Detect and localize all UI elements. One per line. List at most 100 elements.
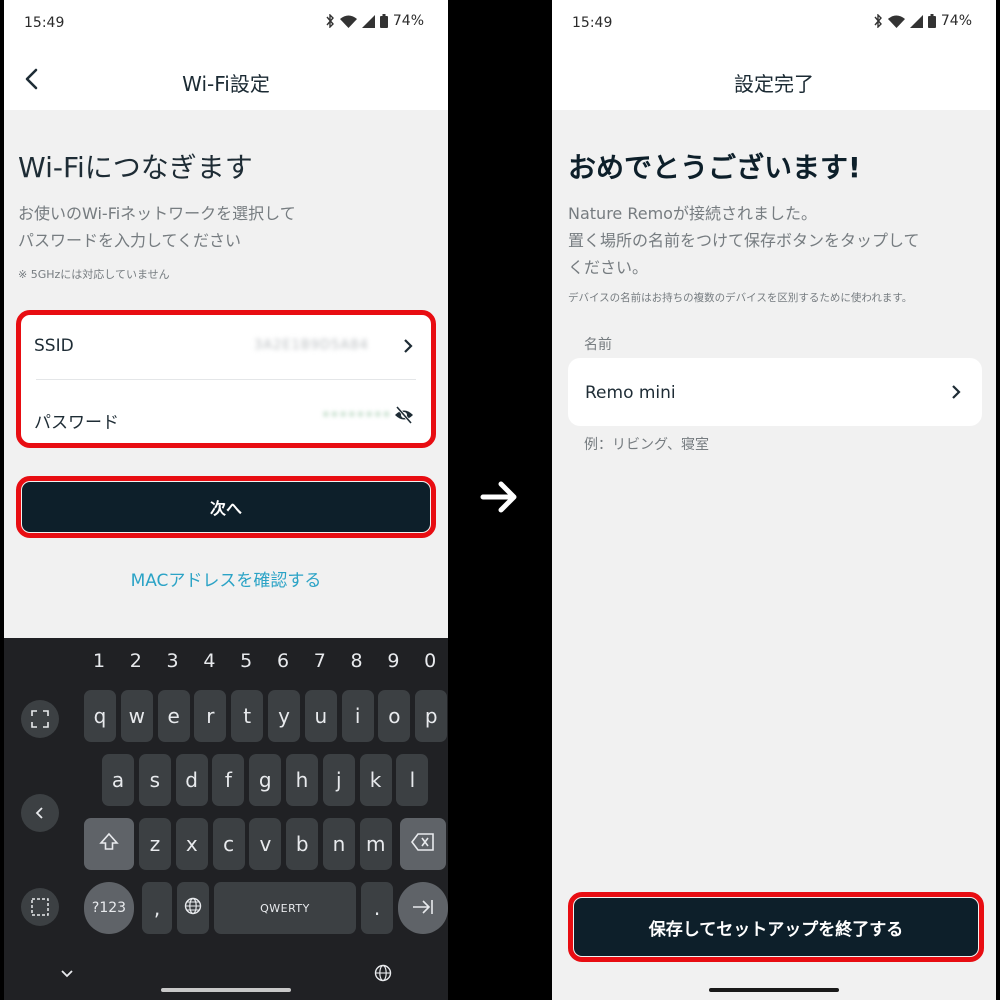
key-g[interactable]: g — [249, 754, 282, 806]
ssid-value: 3A2E1B9D5A84 — [254, 338, 369, 353]
battery-icon — [379, 14, 388, 28]
gesture-bar — [161, 988, 291, 992]
password-row[interactable]: パスワード •••••••• — [22, 388, 430, 442]
heading: Wi-Fiにつなぎます — [18, 151, 253, 184]
device-name-row[interactable]: Remo mini — [568, 358, 982, 426]
status-time: 15:49 — [24, 15, 65, 31]
key-s[interactable]: s — [138, 754, 171, 806]
ssid-row[interactable]: SSID 3A2E1B9D5A84 — [22, 318, 430, 374]
hide-password-icon[interactable] — [394, 406, 416, 424]
key-i[interactable]: i — [341, 690, 374, 742]
software-keyboard: 1234567890 qwertyuiop asdfghjkl zxcvbnm … — [4, 638, 448, 1000]
tab-arrow-icon — [412, 896, 434, 920]
status-bar: 15:49 74% — [4, 0, 448, 44]
chevron-right-icon — [400, 338, 416, 354]
key-c[interactable]: c — [212, 818, 245, 870]
number-hint-8: 8 — [350, 650, 363, 672]
key-w[interactable]: w — [120, 690, 153, 742]
instruction-line-1: お使いのWi-Fiネットワークを選択して — [18, 204, 296, 223]
battery-percent: 74% — [940, 13, 972, 29]
language-key[interactable] — [177, 882, 209, 934]
page-title: Wi-Fi設定 — [182, 72, 270, 96]
next-field-key[interactable] — [398, 882, 448, 934]
bluetooth-icon — [325, 14, 335, 28]
key-x[interactable]: x — [175, 818, 208, 870]
number-hint-4: 4 — [203, 650, 216, 672]
transition-arrow — [452, 452, 546, 546]
device-name-value: Remo mini — [585, 383, 676, 403]
password-label: パスワード — [34, 413, 119, 433]
bluetooth-icon — [873, 14, 883, 28]
key-b[interactable]: b — [286, 818, 319, 870]
app-header: 設定完了 — [552, 44, 996, 110]
name-field-label: 名前 — [584, 337, 612, 353]
number-hint-0: 0 — [424, 650, 437, 672]
space-key[interactable]: QWERTY — [214, 882, 356, 934]
key-o[interactable]: o — [378, 690, 411, 742]
signal-icon — [909, 14, 923, 28]
key-z[interactable]: z — [139, 818, 171, 870]
globe-icon — [184, 896, 202, 920]
mac-address-link[interactable]: MACアドレスを確認する — [4, 566, 448, 591]
hide-keyboard-icon[interactable] — [60, 964, 74, 983]
key-q[interactable]: q — [84, 690, 116, 742]
number-hint-5: 5 — [240, 650, 253, 672]
wifi-icon — [339, 15, 357, 28]
congratulations-heading: おめでとうございます! — [568, 151, 861, 184]
key-n[interactable]: n — [323, 818, 355, 870]
comma-key[interactable]: , — [142, 882, 172, 934]
battery-icon — [927, 14, 936, 28]
message-line-1: Nature Remoが接続されました。 — [568, 204, 817, 223]
key-v[interactable]: v — [249, 818, 282, 870]
name-field-example: 例：リビング、寝室 — [584, 437, 710, 453]
key-l[interactable]: l — [396, 754, 429, 806]
symbols-key[interactable]: ?123 — [84, 882, 134, 934]
number-hint-6: 6 — [276, 650, 290, 672]
gesture-bar — [709, 988, 839, 992]
key-y[interactable]: y — [268, 690, 300, 742]
wifi-icon — [887, 15, 905, 28]
signal-icon — [361, 14, 375, 28]
battery-percent: 74% — [392, 13, 424, 29]
number-hint-1: 1 — [92, 650, 106, 672]
number-hint-7: 7 — [313, 650, 326, 672]
status-time: 15:49 — [572, 15, 613, 31]
key-t[interactable]: t — [231, 690, 264, 742]
next-button[interactable]: 次へ — [22, 482, 430, 532]
app-header: Wi-Fi設定 — [4, 44, 448, 110]
key-f[interactable]: f — [212, 754, 245, 806]
wifi-settings-screen: 15:49 74% Wi-Fi設定 Wi-Fiにつなぎます お使いのWi-Fiネ — [4, 0, 448, 1000]
key-m[interactable]: m — [359, 818, 392, 870]
key-j[interactable]: j — [322, 754, 355, 806]
key-p[interactable]: p — [415, 690, 448, 742]
message-line-2: 置く場所の名前をつけて保存ボタンをタップして — [568, 231, 920, 250]
instruction-line-2: パスワードを入力してください — [18, 231, 242, 250]
page-title: 設定完了 — [734, 72, 814, 96]
ssid-label: SSID — [34, 336, 74, 356]
resize-keyboard-icon[interactable] — [21, 700, 59, 738]
key-h[interactable]: h — [286, 754, 318, 806]
number-hint-2: 2 — [129, 650, 142, 672]
save-and-finish-button[interactable]: 保存してセットアップを終了する — [574, 898, 978, 956]
key-d[interactable]: d — [175, 754, 208, 806]
password-value: •••••••• — [322, 408, 392, 423]
backspace-key[interactable] — [400, 818, 446, 870]
frequency-note: ※ 5GHzには対応していません — [18, 268, 170, 281]
chevron-right-icon — [948, 384, 964, 400]
message-line-3: ください。 — [568, 258, 649, 277]
key-u[interactable]: u — [304, 690, 337, 742]
clipboard-select-icon[interactable] — [21, 888, 59, 926]
period-key[interactable]: . — [361, 882, 393, 934]
row-divider — [36, 379, 416, 380]
setup-complete-screen: 15:49 74% 設定完了 おめでとうございます! Nature Remoが接… — [552, 0, 996, 1000]
collapse-left-icon[interactable] — [21, 794, 59, 832]
key-e[interactable]: e — [157, 690, 190, 742]
key-k[interactable]: k — [359, 754, 392, 806]
key-a[interactable]: a — [102, 754, 134, 806]
language-switch-icon[interactable] — [374, 964, 392, 986]
number-hint-3: 3 — [166, 650, 179, 672]
arrow-right-icon — [475, 473, 523, 525]
key-r[interactable]: r — [194, 690, 227, 742]
shift-icon — [99, 832, 119, 857]
shift-key[interactable] — [84, 818, 134, 870]
